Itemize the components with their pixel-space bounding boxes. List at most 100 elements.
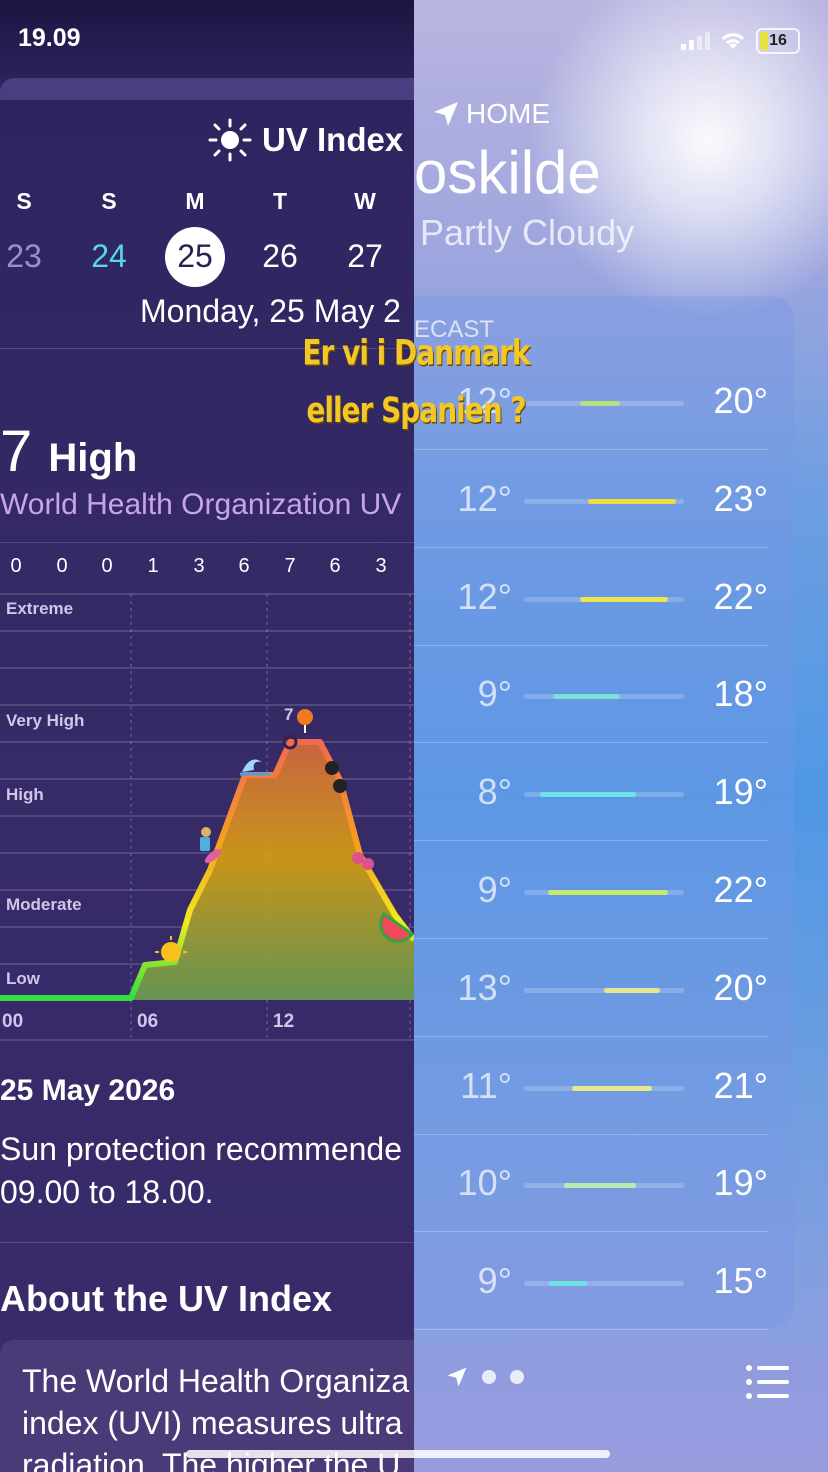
- temp-range-bar: [552, 694, 620, 700]
- day-number-26[interactable]: 26: [250, 238, 310, 275]
- day-sat[interactable]: S: [0, 188, 54, 215]
- wave-icon: [240, 759, 270, 776]
- high-temp: 19°: [713, 771, 768, 813]
- low-temp: 9°: [477, 673, 512, 715]
- temp-range-track: [524, 498, 684, 504]
- forecast-row[interactable]: 9° 18°: [414, 645, 768, 744]
- temp-range-track: [524, 596, 684, 602]
- temp-range-bar: [580, 401, 620, 406]
- about-line: The World Health Organiza: [22, 1363, 410, 1399]
- uv-chart: Extreme Very High High Moderate Low 00 0…: [0, 593, 414, 1041]
- temp-range-track: [524, 694, 684, 700]
- high-temp: 21°: [713, 1064, 768, 1106]
- protection-text: Sun protection recommende 09.00 to 18.00…: [0, 1128, 402, 1214]
- high-temp: 22°: [713, 575, 768, 617]
- low-temp: 12°: [457, 477, 512, 519]
- footer-date: 25 May 2026: [0, 1074, 176, 1107]
- cellular-signal-icon: [681, 32, 710, 50]
- wifi-icon: [721, 33, 745, 49]
- level-high: High: [6, 785, 44, 804]
- forecast-row[interactable]: 8° 19°: [414, 743, 768, 842]
- low-temp: 9°: [477, 1260, 512, 1302]
- uv-number: 7: [0, 419, 33, 484]
- caption-overlay: Er vi i Danmark eller Spanien ?: [296, 325, 536, 440]
- low-temp: 11°: [460, 1064, 512, 1106]
- time-00: 00: [2, 1011, 23, 1032]
- low-temp: 9°: [477, 869, 512, 910]
- day-number-24[interactable]: 24: [79, 238, 139, 275]
- temp-range-track: [524, 987, 684, 993]
- temp-range-bar: [540, 792, 636, 798]
- day-sun[interactable]: S: [79, 188, 139, 215]
- about-line: radiation. The higher the U: [22, 1447, 401, 1472]
- drink-icon: [297, 709, 313, 733]
- divider: [0, 1242, 414, 1243]
- page-dot[interactable]: [482, 1370, 496, 1384]
- high-temp: 18°: [713, 673, 768, 715]
- temp-range-track: [524, 1281, 684, 1287]
- forecast-row[interactable]: 10° 19°: [414, 1134, 768, 1233]
- forecast-row[interactable]: 9° 15°: [414, 1232, 768, 1331]
- city-name: oskilde: [414, 139, 601, 206]
- caption-line: eller Spanien ?: [306, 389, 526, 431]
- battery-level: 16: [769, 32, 787, 49]
- high-temp: 20°: [713, 380, 768, 421]
- day-mon[interactable]: M: [165, 188, 225, 215]
- uv-title-label: UV Index: [262, 121, 404, 158]
- battery-icon: 16: [756, 28, 800, 54]
- level-moderate: Moderate: [6, 895, 82, 914]
- low-temp: 8°: [477, 771, 512, 813]
- low-temp: 12°: [457, 575, 512, 617]
- temp-range-track: [524, 890, 684, 895]
- uv-value: 7 High: [0, 418, 137, 485]
- uv-source: World Health Organization UV: [0, 488, 402, 521]
- temp-range-track: [524, 1183, 684, 1189]
- location-arrow-icon: [434, 102, 458, 126]
- weather-condition: Partly Cloudy: [420, 212, 635, 253]
- day-tue[interactable]: T: [250, 188, 310, 215]
- location-label: HOME: [432, 98, 550, 130]
- page-dot[interactable]: [510, 1370, 524, 1384]
- temp-range-bar: [572, 1085, 652, 1091]
- day-wed[interactable]: W: [335, 188, 395, 215]
- low-temp: 13°: [457, 966, 512, 1008]
- uv-title: UV Index: [208, 118, 403, 162]
- protection-line: Sun protection recommende: [0, 1131, 402, 1167]
- temp-range-track: [524, 1085, 684, 1091]
- level-very-high: Very High: [6, 711, 84, 730]
- forecast-row[interactable]: 12° 23°: [414, 450, 768, 548]
- page-indicator[interactable]: [446, 1366, 524, 1388]
- list-icon[interactable]: [744, 1362, 790, 1402]
- level-extreme: Extreme: [6, 599, 73, 618]
- status-indicators: 16: [681, 28, 800, 54]
- about-line: index (UVI) measures ultra: [22, 1405, 403, 1441]
- temp-range-bar: [604, 987, 660, 993]
- row-divider: [414, 1329, 768, 1331]
- day-number-27[interactable]: 27: [335, 238, 395, 275]
- sheet-handle-area: [0, 78, 414, 100]
- forecast-row[interactable]: 11° 21°: [414, 1037, 768, 1135]
- temp-range-bar: [564, 1183, 636, 1189]
- temp-range-bar: [548, 1281, 588, 1287]
- forecast-row[interactable]: 12° 22°: [414, 548, 768, 646]
- location-text: HOME: [466, 98, 550, 129]
- temp-range-track: [524, 401, 684, 406]
- uv-level: High: [48, 436, 138, 480]
- high-temp: 15°: [713, 1260, 768, 1302]
- high-temp: 19°: [713, 1162, 768, 1204]
- day-number-23[interactable]: 23: [0, 238, 54, 275]
- day-letter: S: [101, 188, 117, 214]
- temp-range-bar: [588, 498, 676, 504]
- forecast-row[interactable]: 9° 22°: [414, 841, 768, 939]
- time-12: 12: [273, 1011, 294, 1032]
- protection-line: 09.00 to 18.00.: [0, 1174, 214, 1210]
- temp-range-bar: [548, 890, 668, 895]
- uv-index-app: 19.09 UV Index S 23 S 24 M 25 T 26 W 27 …: [0, 0, 414, 1472]
- temp-range-track: [524, 792, 684, 798]
- forecast-row[interactable]: 13° 20°: [414, 939, 768, 1037]
- high-temp: 20°: [713, 966, 768, 1008]
- day-number-25[interactable]: 25: [165, 238, 225, 275]
- location-arrow-icon: [447, 1367, 467, 1387]
- temp-range-bar: [580, 596, 668, 602]
- sun-icon: [208, 118, 252, 162]
